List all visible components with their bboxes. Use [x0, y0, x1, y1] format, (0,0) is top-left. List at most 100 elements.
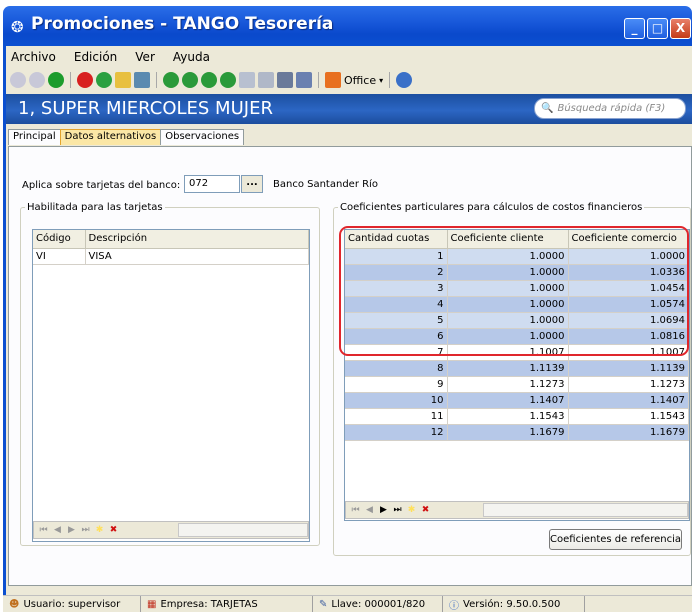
first-icon[interactable]: ⏮ — [38, 525, 49, 536]
office-button[interactable]: Office ▾ — [325, 72, 383, 88]
next-record-icon[interactable] — [201, 72, 217, 88]
comercio-cell[interactable]: 1.1273 — [568, 376, 689, 393]
search-placeholder: Búsqueda rápida (F3) — [557, 103, 666, 114]
minimize-button[interactable]: _ — [624, 18, 645, 39]
table-row[interactable]: VI VISA — [33, 248, 309, 265]
record-title: 1, SUPER MIERCOLES MUJER — [18, 98, 273, 119]
bank-code-input[interactable]: 072 — [184, 175, 240, 193]
cards-grid: Código Descripción VI VISA — [32, 229, 310, 542]
bank-name: Banco Santander Río — [273, 179, 378, 190]
cuotas-cell[interactable]: 9 — [345, 376, 448, 393]
company-icon: ▦ — [147, 599, 157, 610]
table-row[interactable]: 10 1.1407 1.1407 — [345, 392, 689, 409]
cliente-cell[interactable]: 1.1139 — [447, 360, 569, 377]
cuotas-cell[interactable]: 11 — [345, 408, 448, 425]
previous-icon[interactable]: ◀ — [52, 525, 63, 536]
cliente-cell[interactable]: 1.1273 — [447, 376, 569, 393]
user-icon: ☻ — [9, 599, 20, 610]
delete-icon[interactable]: ✖ — [420, 505, 431, 516]
key-icon: ✎ — [319, 599, 328, 610]
status-bar: ☻ Usuario: supervisor ▦ Empresa: TARJETA… — [3, 595, 692, 612]
toolbar: Office ▾ — [8, 68, 690, 92]
comercio-cell[interactable]: 1.1407 — [568, 392, 689, 409]
view-icon[interactable] — [239, 72, 255, 88]
previous-record-icon[interactable] — [182, 72, 198, 88]
close-button[interactable]: X — [670, 18, 691, 39]
tab-datos-alternativos[interactable]: Datos alternativos — [59, 129, 162, 145]
column-descripcion[interactable]: Descripción — [85, 230, 309, 249]
delete-icon[interactable]: ✖ — [108, 525, 119, 536]
table-row[interactable]: 12 1.1679 1.1679 — [345, 424, 689, 441]
toolbar-separator — [389, 72, 391, 88]
table-row[interactable]: 11 1.1543 1.1543 — [345, 408, 689, 425]
maximize-button[interactable]: □ — [647, 18, 668, 39]
table-row[interactable]: 9 1.1273 1.1273 — [345, 376, 689, 393]
new-icon[interactable]: ✱ — [94, 525, 105, 536]
comercio-cell[interactable]: 1.1139 — [568, 360, 689, 377]
tab-observaciones[interactable]: Observaciones — [160, 129, 245, 145]
coef-legend: Coeficientes particulares para cálculos … — [340, 202, 643, 213]
cards-scrollbar[interactable] — [178, 523, 308, 537]
cards-navigator: ⏮ ◀ ▶ ⏭ ✱ ✖ — [33, 521, 309, 539]
comercio-cell[interactable]: 1.1543 — [568, 408, 689, 425]
cliente-cell[interactable]: 1.1407 — [447, 392, 569, 409]
toolbar-separator — [70, 72, 71, 88]
filter-icon[interactable] — [258, 72, 274, 88]
highlight-box — [339, 226, 689, 356]
status-key: ✎ Llave: 000001/820 — [313, 596, 443, 612]
cuotas-cell[interactable]: 8 — [345, 360, 448, 377]
next-icon[interactable]: ▶ — [378, 505, 389, 516]
status-version: ⓘ Versión: 9.50.0.500 — [443, 596, 585, 612]
first-icon[interactable]: ⏮ — [350, 505, 361, 516]
table-row[interactable]: 8 1.1139 1.1139 — [345, 360, 689, 377]
coef-scrollbar[interactable] — [483, 503, 688, 517]
previous-icon[interactable]: ◀ — [364, 505, 375, 516]
menu-ayuda[interactable]: Ayuda — [171, 50, 212, 68]
card-description-cell[interactable]: VISA — [85, 248, 309, 265]
tab-strip: Principal Datos alternativos Observacion… — [8, 129, 245, 145]
add-icon[interactable] — [48, 72, 64, 88]
office-icon — [325, 72, 341, 88]
next-icon[interactable]: ▶ — [66, 525, 77, 536]
menu-ver[interactable]: Ver — [133, 50, 157, 68]
accept-icon[interactable] — [10, 72, 26, 88]
title-bar: ❂ Promociones - TANGO Tesorería _ □ X — [3, 6, 692, 46]
toolbar-separator — [156, 72, 157, 88]
window-title: Promociones - TANGO Tesorería — [31, 14, 334, 34]
cliente-cell[interactable]: 1.1679 — [447, 424, 569, 441]
first-record-icon[interactable] — [163, 72, 179, 88]
reference-coefficients-button[interactable]: Coeficientes de referencia — [549, 529, 682, 550]
print-icon[interactable] — [134, 72, 150, 88]
record-header: 1, SUPER MIERCOLES MUJER 🔍 Búsqueda rápi… — [6, 94, 692, 124]
quick-search-input[interactable]: 🔍 Búsqueda rápida (F3) — [534, 98, 686, 119]
comercio-cell[interactable]: 1.1679 — [568, 424, 689, 441]
menu-archivo[interactable]: Archivo — [9, 50, 58, 68]
cards-legend: Habilitada para las tarjetas — [27, 202, 163, 213]
app-logo-icon: ❂ — [11, 18, 24, 36]
cliente-cell[interactable]: 1.1543 — [447, 408, 569, 425]
status-key-text: Llave: 000001/820 — [331, 599, 426, 610]
delete-icon[interactable] — [77, 72, 93, 88]
cuotas-cell[interactable]: 12 — [345, 424, 448, 441]
card-code-cell[interactable]: VI — [33, 248, 86, 265]
tab-principal[interactable]: Principal — [8, 129, 61, 145]
office-label: Office — [344, 73, 377, 87]
last-icon[interactable]: ⏭ — [392, 505, 403, 516]
help-icon[interactable] — [396, 72, 413, 88]
status-user-text: Usuario: supervisor — [23, 599, 121, 610]
grid-icon[interactable] — [277, 72, 293, 88]
sort-icon[interactable] — [296, 72, 312, 88]
new-icon[interactable]: ✱ — [406, 505, 417, 516]
column-codigo[interactable]: Código — [33, 230, 86, 249]
cancel-icon[interactable] — [29, 72, 45, 88]
copy-icon[interactable] — [115, 72, 131, 88]
modify-icon[interactable] — [96, 72, 112, 88]
cuotas-cell[interactable]: 10 — [345, 392, 448, 409]
status-company-text: Empresa: TARJETAS — [160, 599, 258, 610]
last-record-icon[interactable] — [220, 72, 236, 88]
menu-edicion[interactable]: Edición — [72, 50, 119, 68]
status-version-text: Versión: 9.50.0.500 — [463, 599, 561, 610]
last-icon[interactable]: ⏭ — [80, 525, 91, 536]
bank-lookup-button[interactable]: ... — [241, 175, 263, 193]
coef-navigator: ⏮ ◀ ▶ ⏭ ✱ ✖ — [345, 501, 689, 519]
